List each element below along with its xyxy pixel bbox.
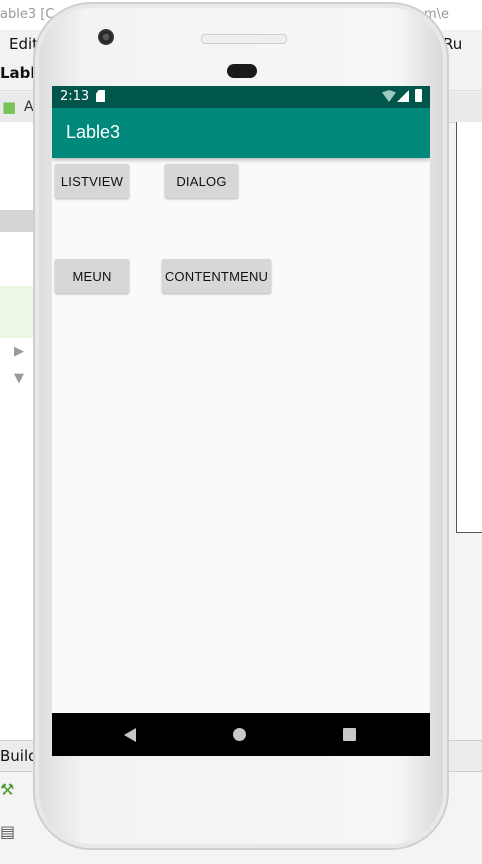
android-icon: ■: [2, 98, 17, 116]
listview-button[interactable]: LISTVIEW: [55, 164, 129, 198]
status-time: 2:13: [60, 89, 90, 104]
status-bar: 2:13: [52, 86, 430, 108]
back-icon[interactable]: [124, 728, 136, 742]
front-camera: [98, 29, 114, 45]
ide-title-text: able3 [C: [0, 7, 55, 22]
battery-icon: [415, 89, 422, 102]
dialog-button[interactable]: DIALOG: [165, 164, 238, 198]
meun-button[interactable]: MEUN: [55, 259, 129, 293]
hammer-icon[interactable]: ⚒: [0, 780, 14, 799]
sd-card-icon: [96, 90, 105, 102]
app-title: Lable3: [66, 122, 121, 142]
proximity-sensor: [227, 64, 257, 78]
ide-right-panel: [456, 122, 482, 533]
device-screen: 2:13 Lable3 LISTVIEW DIALOG MEUN CONTENT…: [52, 86, 430, 756]
build-tab[interactable]: Build: [0, 747, 38, 765]
expand-icon[interactable]: ▶: [14, 344, 24, 359]
wifi-icon: [382, 90, 396, 102]
terminal-icon[interactable]: ▤: [0, 822, 15, 841]
collapse-icon[interactable]: ▼: [14, 371, 24, 386]
recents-icon[interactable]: [343, 728, 356, 741]
earpiece-speaker: [201, 34, 287, 44]
app-bar: Lable3: [52, 108, 430, 158]
home-icon[interactable]: [233, 728, 246, 741]
contentmenu-button[interactable]: CONTENTMENU: [162, 259, 271, 293]
navigation-bar: [52, 713, 430, 756]
signal-icon: [397, 90, 409, 102]
